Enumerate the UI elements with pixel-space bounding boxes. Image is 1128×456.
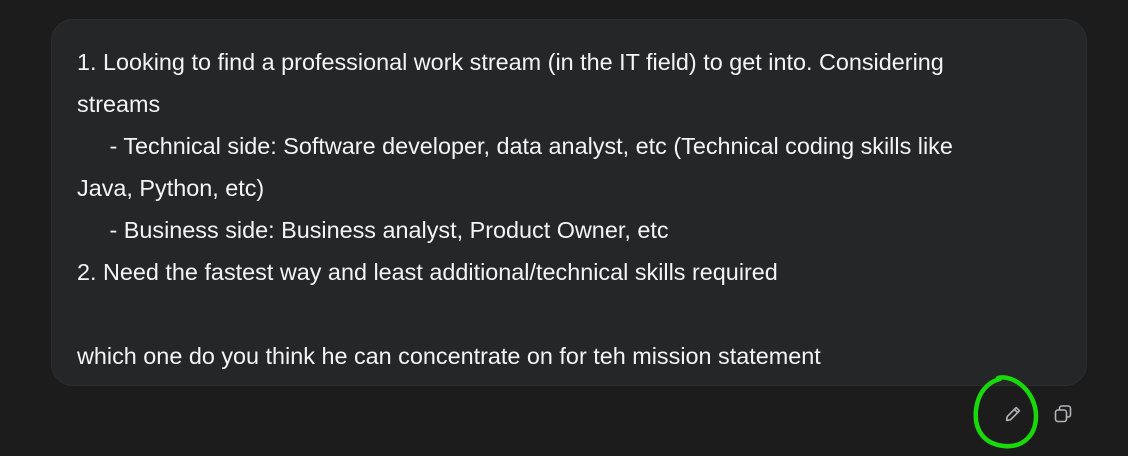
- message-line: which one do you think he can concentrat…: [77, 343, 821, 369]
- message-line: - Technical side: Software developer, da…: [77, 133, 953, 159]
- message-line: 2. Need the fastest way and least additi…: [77, 259, 778, 285]
- message-line: - Business side: Business analyst, Produ…: [77, 217, 669, 243]
- message-actions: [990, 395, 1090, 435]
- copy-message-button[interactable]: [1046, 397, 1080, 431]
- message-line: 1. Looking to find a professional work s…: [77, 49, 944, 75]
- edit-message-button[interactable]: [996, 397, 1030, 431]
- message-line: streams: [77, 91, 161, 117]
- message-line: Java, Python, etc): [77, 175, 265, 201]
- user-message-bubble: 1. Looking to find a professional work s…: [51, 19, 1087, 386]
- pencil-icon: [1005, 406, 1021, 422]
- copy-icon: [1054, 405, 1072, 423]
